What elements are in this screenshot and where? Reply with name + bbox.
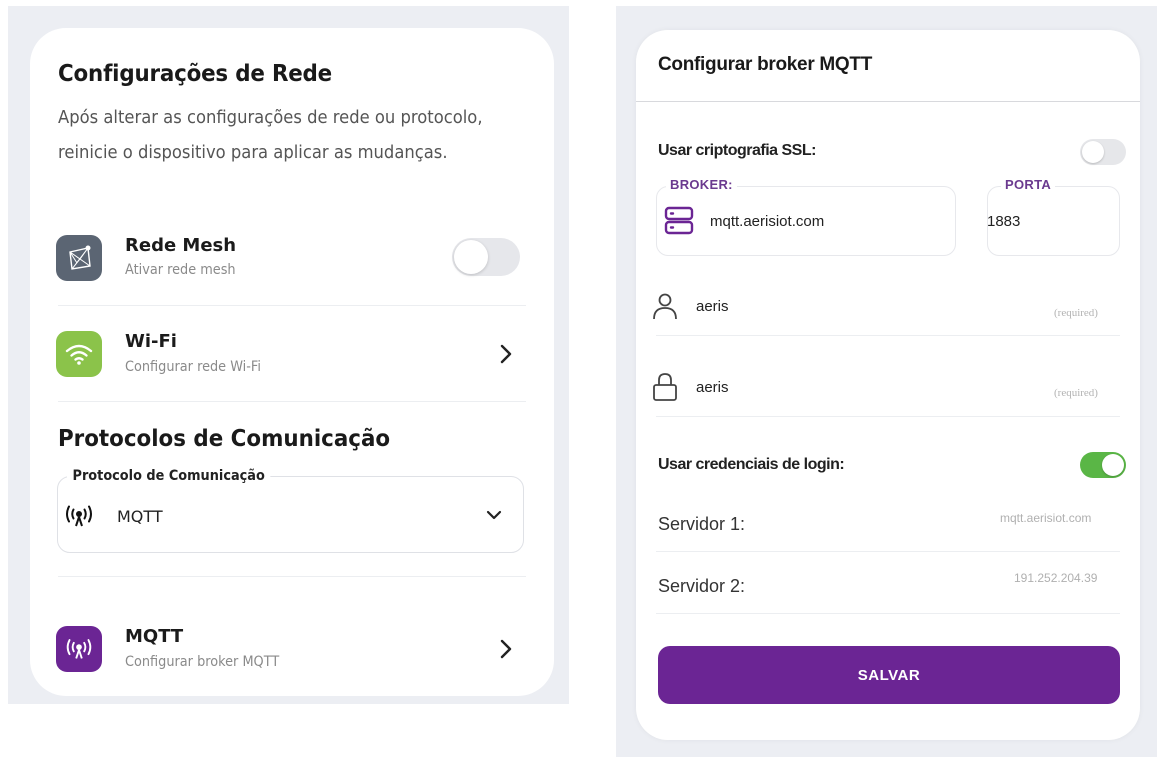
toggle-knob (1102, 454, 1124, 476)
chevron-down-icon[interactable] (485, 509, 503, 521)
broadcast-icon (56, 626, 102, 672)
server2-label: Servidor 2: (658, 576, 746, 596)
password-required-hint: (required) (1054, 387, 1098, 399)
divider (656, 416, 1120, 417)
server1-label: Servidor 1: (658, 514, 746, 534)
wifi-title: Wi-Fi (125, 331, 177, 352)
card-title: Configurar broker MQTT (658, 54, 873, 75)
credentials-toggle[interactable] (1080, 452, 1126, 478)
broker-label: BROKER: (666, 177, 737, 192)
divider (58, 401, 526, 402)
mqtt-title: MQTT (125, 626, 184, 647)
page-title: Configurações de Rede (58, 61, 333, 87)
ssl-toggle[interactable] (1080, 139, 1126, 165)
protocol-select-label: Protocolo de Comunicação (67, 468, 271, 484)
toggle-knob (1082, 141, 1104, 163)
port-value: 1883 (987, 213, 1021, 230)
user-icon (653, 293, 677, 320)
mesh-subtitle: Ativar rede mesh (125, 262, 236, 278)
chevron-right-icon (500, 639, 512, 659)
broadcast-icon (66, 505, 92, 527)
card-header: Configurar broker MQTT (636, 30, 1140, 102)
divider (656, 551, 1120, 552)
save-button[interactable]: SALVAR (658, 646, 1120, 704)
description-line-1: Após alterar as configurações de rede ou… (58, 107, 483, 128)
server1-value: mqtt.aerisiot.com (1000, 511, 1092, 525)
credentials-label: Usar credenciais de login: (658, 456, 845, 473)
mqtt-subtitle: Configurar broker MQTT (125, 654, 280, 670)
chevron-right-icon (500, 344, 512, 364)
ssl-label: Usar criptografia SSL: (658, 142, 816, 159)
protocols-title: Protocolos de Comunicação (58, 426, 391, 452)
network-settings-card: Configurações de Rede Após alterar as co… (30, 28, 554, 696)
mqtt-broker-card: Configurar broker MQTT Usar criptografia… (636, 30, 1140, 740)
mesh-toggle[interactable] (452, 238, 520, 276)
password-value: aeris (696, 379, 729, 396)
protocol-select-value: MQTT (117, 507, 163, 526)
divider (656, 613, 1120, 614)
wifi-icon (56, 331, 102, 377)
toggle-knob (454, 240, 488, 274)
server2-value: 191.252.204.39 (1014, 571, 1098, 585)
mesh-network-icon (56, 235, 102, 281)
broker-value: mqtt.aerisiot.com (710, 213, 825, 230)
lock-icon (653, 373, 677, 401)
username-required-hint: (required) (1054, 307, 1098, 319)
port-label: PORTA (1001, 177, 1056, 192)
divider (58, 305, 526, 306)
divider (58, 576, 526, 577)
page-description: Após alterar as configurações de rede ou… (58, 100, 513, 170)
server-icon (664, 206, 694, 235)
description-line-2: reinicie o dispositivo para aplicar as m… (58, 142, 448, 163)
wifi-subtitle: Configurar rede Wi-Fi (125, 359, 261, 375)
divider (656, 335, 1120, 336)
username-value: aeris (696, 298, 729, 315)
mesh-title: Rede Mesh (125, 235, 237, 256)
